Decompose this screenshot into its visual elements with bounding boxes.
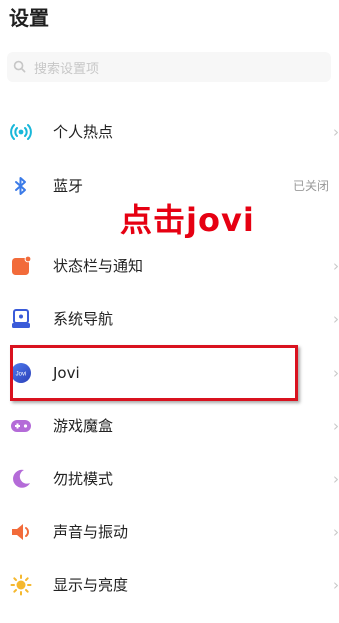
- chevron-right-icon: ›: [333, 576, 339, 594]
- chevron-right-icon: ›: [333, 257, 339, 275]
- page-title: 设置: [9, 6, 49, 30]
- gamepad-icon: [11, 420, 31, 432]
- hotspot-icon: [10, 124, 32, 140]
- highlight-box: [10, 345, 298, 401]
- settings-item-label: 蓝牙: [53, 177, 84, 195]
- sun-icon: [10, 574, 32, 596]
- speaker-icon: [12, 524, 29, 540]
- notification-icon: [12, 255, 32, 275]
- chevron-right-icon: ›: [333, 417, 339, 435]
- moon-icon: [13, 469, 30, 488]
- settings-item-sound[interactable]: 声音与振动 ›: [0, 506, 339, 558]
- settings-item-label: 系统导航: [53, 310, 114, 328]
- settings-item-navigation[interactable]: 系统导航 ›: [0, 293, 339, 345]
- chevron-right-icon: ›: [333, 523, 339, 541]
- search-placeholder: 搜索设置项: [34, 62, 100, 77]
- settings-item-label: 游戏魔盒: [53, 417, 114, 435]
- chevron-right-icon: ›: [333, 364, 339, 382]
- annotation-text: 点击jovi: [120, 201, 255, 239]
- settings-item-notification[interactable]: 状态栏与通知 ›: [0, 240, 339, 292]
- settings-item-label: 勿扰模式: [53, 470, 114, 488]
- search-input[interactable]: 搜索设置项: [7, 52, 331, 82]
- settings-item-label: 显示与亮度: [53, 576, 129, 594]
- chevron-right-icon: ›: [333, 470, 339, 488]
- settings-item-label: 状态栏与通知: [53, 257, 144, 275]
- chevron-right-icon: ›: [333, 310, 339, 328]
- settings-item-do-not-disturb[interactable]: 勿扰模式 ›: [0, 453, 339, 505]
- bluetooth-status: 已关闭: [292, 179, 329, 193]
- settings-item-label: 声音与振动: [53, 523, 129, 541]
- settings-item-label: 个人热点: [53, 123, 114, 141]
- search-icon: [13, 60, 26, 73]
- settings-item-display[interactable]: 显示与亮度 ›: [0, 559, 339, 611]
- bluetooth-icon: [15, 177, 26, 195]
- chevron-right-icon: ›: [333, 123, 339, 141]
- navigation-icon: [12, 309, 30, 328]
- settings-item-hotspot[interactable]: 个人热点 ›: [0, 106, 339, 158]
- settings-item-game-box[interactable]: 游戏魔盒 ›: [0, 400, 339, 452]
